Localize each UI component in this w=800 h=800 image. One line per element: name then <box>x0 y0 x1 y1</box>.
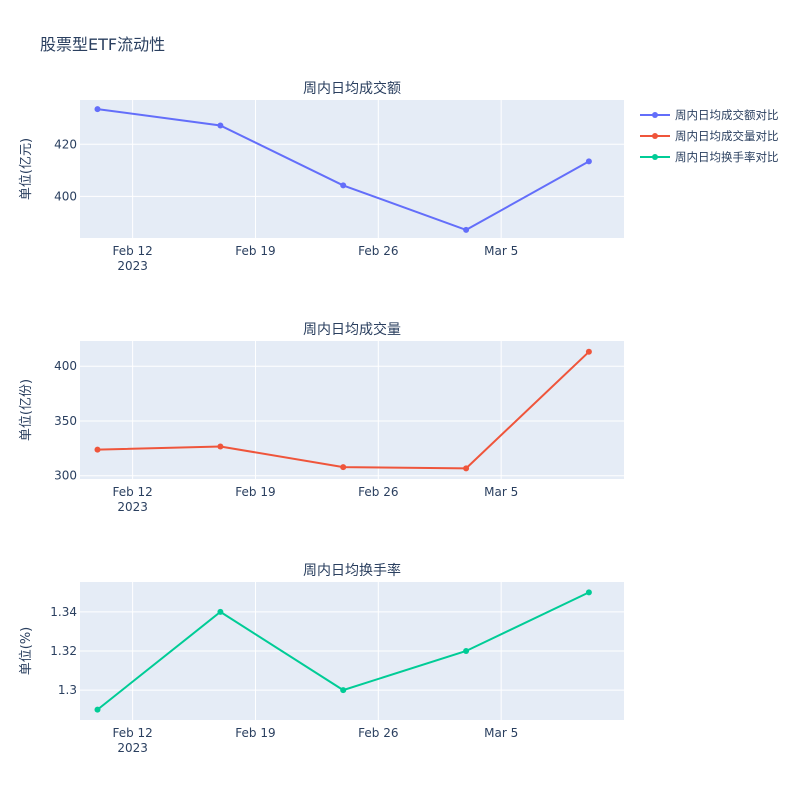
subplot-1: Feb 122023 Feb 19 Feb 26 Mar 5 400 420 周内日均成交额… <box>19 80 624 273</box>
x-tick-label: Feb 26 <box>358 485 398 499</box>
x-year-label: 2023 <box>117 500 148 514</box>
subplot-2: Feb 122023 Feb 19 Feb 26 Mar 5 300 350 400 周内日均… <box>19 321 624 514</box>
data-point <box>217 122 224 129</box>
figure: 股票型ETF流动性 Feb 122023Feb 19 Feb 26 Mar 5400… <box>19 35 779 755</box>
legend-label: 周内日均成交额对比 <box>675 108 779 122</box>
y-tick-label: 1.32 <box>50 644 77 658</box>
data-point <box>217 608 224 615</box>
x-tick-label: Mar 5 <box>484 726 518 740</box>
plot-area <box>80 341 624 479</box>
legend-item[interactable]: 周内日均成交额对比 <box>640 108 779 122</box>
subplots: Feb 122023Feb 19 Feb 26 Mar 5400420周内日均成交额… <box>19 80 624 755</box>
data-point <box>94 706 101 713</box>
legend-swatch-marker <box>652 154 658 160</box>
y-tick-label: 1.34 <box>50 605 77 619</box>
x-year-label: 2023 <box>117 259 148 273</box>
data-point <box>463 465 470 472</box>
legend-label: 周内日均成交量对比 <box>675 129 779 143</box>
x-tick-label: Feb 19 <box>235 485 275 499</box>
data-point <box>94 446 101 453</box>
data-point <box>340 182 347 189</box>
x-tick-label: Feb 26 <box>358 726 398 740</box>
y-tick-label: 350 <box>54 414 77 428</box>
data-point <box>585 348 592 355</box>
data-point <box>585 158 592 165</box>
data-point <box>340 464 347 471</box>
plot-area <box>80 100 624 238</box>
figure-title: 股票型ETF流动性 <box>40 35 165 54</box>
subplot-title: 周内日均换手率 <box>303 562 401 579</box>
data-point <box>340 687 347 694</box>
subplot-title: 周内日均成交量 <box>303 321 401 338</box>
x-tick-label: Mar 5 <box>484 485 518 499</box>
y-tick-label: 400 <box>54 359 77 373</box>
y-tick-label: 300 <box>54 469 77 483</box>
x-tick-label: Feb 12 <box>112 244 152 258</box>
data-point <box>94 106 101 113</box>
x-year-label: 2023 <box>117 741 148 755</box>
subplot-3: Feb 122023 Feb 19 Feb 26 Mar 5 1.3 1.32 1.34 周内… <box>19 562 624 755</box>
legend-label: 周内日均换手率对比 <box>675 150 779 164</box>
legend-item[interactable]: 周内日均成交量对比 <box>640 129 779 143</box>
y-axis-label: 单位(亿元) <box>19 138 34 200</box>
y-tick-label: 400 <box>54 189 77 203</box>
y-axis-label: 单位(%) <box>19 627 34 676</box>
legend[interactable]: 周内日均成交额对比周内日均成交量对比周内日均换手率对比 <box>640 108 779 164</box>
x-tick-label: Feb 19 <box>235 726 275 740</box>
legend-swatch-marker <box>652 112 658 118</box>
x-tick-label: Feb 12 <box>112 726 152 740</box>
x-tick-label: Feb 12 <box>112 485 152 499</box>
y-tick-label: 420 <box>54 137 77 151</box>
x-tick-label: Mar 5 <box>484 244 518 258</box>
y-tick-label: 1.3 <box>58 683 77 697</box>
x-tick-label: Feb 26 <box>358 244 398 258</box>
data-point <box>585 589 592 596</box>
legend-swatch-marker <box>652 133 658 139</box>
y-axis-label: 单位(亿份) <box>19 379 34 441</box>
subplot-title: 周内日均成交额 <box>303 80 401 97</box>
legend-item[interactable]: 周内日均换手率对比 <box>640 150 779 164</box>
x-tick-label: Feb 19 <box>235 244 275 258</box>
data-point <box>463 226 470 233</box>
data-point <box>463 648 470 654</box>
data-point <box>217 443 224 450</box>
